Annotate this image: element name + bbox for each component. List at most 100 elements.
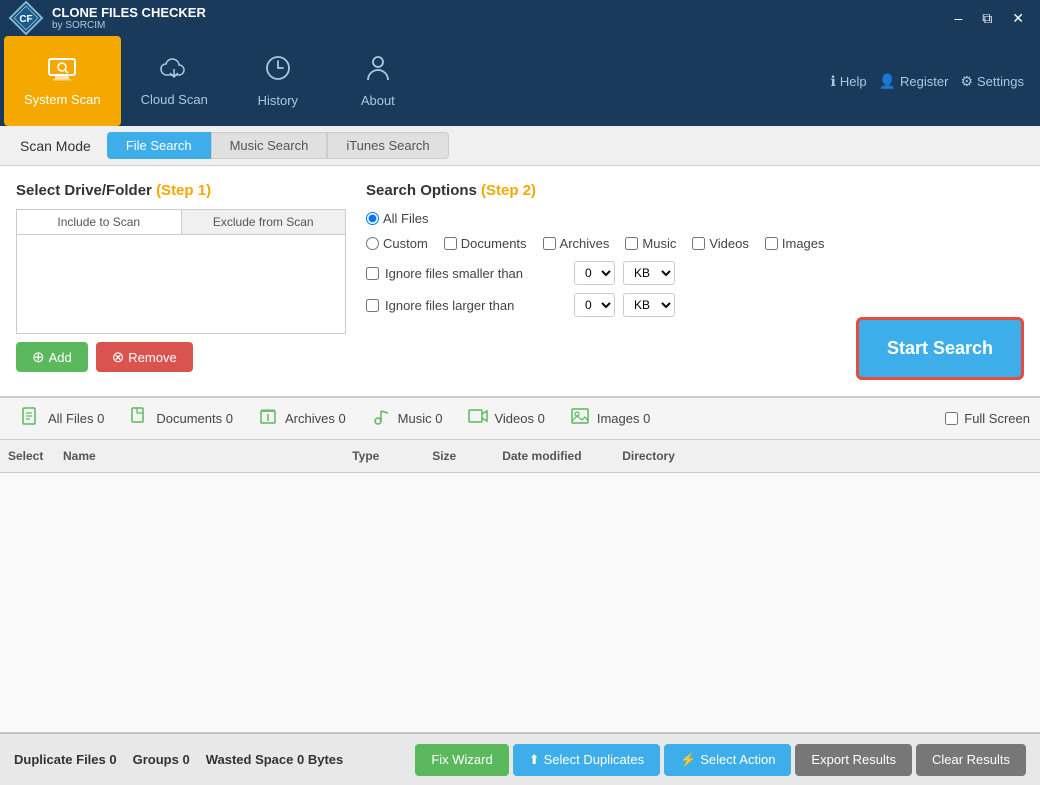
bottom-actions: Fix Wizard ⬆ Select Duplicates ⚡ Select … xyxy=(415,744,1026,776)
title-bar: CF CLONE FILES CHECKER by SORCIM – ⧉ ✕ xyxy=(0,0,1040,36)
result-tab-videos[interactable]: Videos 0 xyxy=(456,402,556,435)
nav-system-scan-label: System Scan xyxy=(24,92,101,107)
results-tabs: All Files 0 Documents 0 Archives 0 Music… xyxy=(0,397,1040,440)
images-checkbox-input[interactable] xyxy=(765,237,778,250)
ignore-larger-checkbox[interactable]: Ignore files larger than xyxy=(366,298,566,313)
minimize-button[interactable]: – xyxy=(946,8,970,29)
app-title-block: CLONE FILES CHECKER by SORCIM xyxy=(52,5,206,31)
register-button[interactable]: 👤 Register xyxy=(879,73,949,90)
history-icon xyxy=(264,54,292,89)
documents-tab-label: Documents 0 xyxy=(156,411,233,426)
app-title: CLONE FILES CHECKER xyxy=(52,5,206,20)
size-value-2-select[interactable]: 0 xyxy=(574,293,615,317)
tab-itunes-search[interactable]: iTunes Search xyxy=(327,132,448,159)
result-tab-documents[interactable]: Documents 0 xyxy=(118,402,245,435)
music-tab-label: Music 0 xyxy=(398,411,443,426)
ignore-smaller-checkbox[interactable]: Ignore files smaller than xyxy=(366,266,566,281)
videos-checkbox[interactable]: Videos xyxy=(692,236,749,251)
about-icon xyxy=(364,54,392,89)
nav-cloud-scan-label: Cloud Scan xyxy=(141,92,208,107)
custom-radio[interactable]: Custom xyxy=(366,236,428,251)
videos-tab-icon xyxy=(468,407,488,430)
images-checkbox[interactable]: Images xyxy=(765,236,825,251)
size-value-1-select[interactable]: 0 xyxy=(574,261,615,285)
register-icon: 👤 xyxy=(879,73,896,90)
table-body xyxy=(0,473,1040,733)
fix-wizard-button[interactable]: Fix Wizard xyxy=(415,744,508,776)
folder-tabs: Include to Scan Exclude from Scan xyxy=(16,209,346,234)
all-files-tab-icon xyxy=(22,407,42,430)
left-panel-title: Select Drive/Folder (Step 1) xyxy=(16,182,346,199)
images-tab-icon xyxy=(571,407,591,430)
th-name: Name xyxy=(55,445,344,467)
all-files-radio-input[interactable] xyxy=(366,212,379,225)
images-tab-label: Images 0 xyxy=(597,411,650,426)
full-screen-checkbox[interactable]: Full Screen xyxy=(945,411,1030,426)
help-button[interactable]: ℹ Help xyxy=(831,73,867,90)
scan-mode-label: Scan Mode xyxy=(20,138,91,154)
full-screen-input[interactable] xyxy=(945,412,958,425)
size-unit-1-select[interactable]: KB MB GB xyxy=(623,261,675,285)
tab-music-search[interactable]: Music Search xyxy=(211,132,328,159)
add-folder-button[interactable]: ⊕ Add xyxy=(16,342,88,372)
nav-cloud-scan[interactable]: Cloud Scan xyxy=(121,36,228,126)
th-select: Select xyxy=(0,445,55,467)
ignore-larger-row: Ignore files larger than 0 KB MB GB xyxy=(366,293,1024,317)
start-search-container: Start Search xyxy=(366,327,1024,380)
file-type-row-2: Custom Documents Archives Music Videos I… xyxy=(366,236,1024,251)
nav-about[interactable]: About xyxy=(328,36,428,126)
start-search-button[interactable]: Start Search xyxy=(856,317,1024,380)
maximize-button[interactable]: ⧉ xyxy=(974,8,1000,29)
nav-system-scan[interactable]: System Scan xyxy=(4,36,121,126)
videos-tab-label: Videos 0 xyxy=(494,411,544,426)
archives-checkbox[interactable]: Archives xyxy=(543,236,610,251)
groups-status: Groups 0 xyxy=(133,752,190,767)
nav-right: ℹ Help 👤 Register ⚙ Settings xyxy=(831,73,1036,90)
right-panel: Search Options (Step 2) All Files Custom… xyxy=(366,182,1024,380)
custom-radio-input[interactable] xyxy=(366,237,379,250)
remove-folder-button[interactable]: ⊗ Remove xyxy=(96,342,193,372)
cloud-scan-icon xyxy=(159,56,189,88)
archives-checkbox-input[interactable] xyxy=(543,237,556,250)
result-tab-archives[interactable]: Archives 0 xyxy=(247,402,358,435)
include-scan-tab[interactable]: Include to Scan xyxy=(17,210,182,234)
left-panel: Select Drive/Folder (Step 1) Include to … xyxy=(16,182,346,380)
svg-text:CF: CF xyxy=(19,14,32,25)
duplicate-files-status: Duplicate Files 0 xyxy=(14,752,117,767)
nav-history[interactable]: History xyxy=(228,36,328,126)
close-button[interactable]: ✕ xyxy=(1004,8,1032,29)
videos-checkbox-input[interactable] xyxy=(692,237,705,250)
select-action-button[interactable]: ⚡ Select Action xyxy=(664,744,791,776)
title-bar-controls: – ⧉ ✕ xyxy=(946,8,1032,29)
documents-checkbox[interactable]: Documents xyxy=(444,236,527,251)
table-header: Select Name Type Size Date modified Dire… xyxy=(0,440,1040,473)
music-tab-icon xyxy=(372,407,392,430)
exclude-scan-tab[interactable]: Exclude from Scan xyxy=(182,210,346,234)
ignore-larger-input[interactable] xyxy=(366,299,379,312)
title-bar-left: CF CLONE FILES CHECKER by SORCIM xyxy=(8,0,206,36)
upload-icon: ⬆ xyxy=(529,752,540,768)
select-duplicates-button[interactable]: ⬆ Select Duplicates xyxy=(513,744,660,776)
music-checkbox[interactable]: Music xyxy=(625,236,676,251)
tab-file-search[interactable]: File Search xyxy=(107,132,211,159)
filters-section: Ignore files smaller than 0 KB MB GB Ign… xyxy=(366,261,1024,317)
all-files-tab-label: All Files 0 xyxy=(48,411,104,426)
nav-about-label: About xyxy=(361,93,395,108)
file-type-row: All Files xyxy=(366,211,1024,226)
result-tab-images[interactable]: Images 0 xyxy=(559,402,662,435)
music-checkbox-input[interactable] xyxy=(625,237,638,250)
ignore-smaller-input[interactable] xyxy=(366,267,379,280)
clear-results-button[interactable]: Clear Results xyxy=(916,744,1026,776)
nav-bar: System Scan Cloud Scan History Abou xyxy=(0,36,1040,126)
size-unit-2-select[interactable]: KB MB GB xyxy=(623,293,675,317)
bottom-bar: Duplicate Files 0 Groups 0 Wasted Space … xyxy=(0,733,1040,785)
all-files-radio[interactable]: All Files xyxy=(366,211,429,226)
app-logo: CF xyxy=(8,0,44,36)
folder-actions: ⊕ Add ⊗ Remove xyxy=(16,342,346,372)
documents-checkbox-input[interactable] xyxy=(444,237,457,250)
export-results-button[interactable]: Export Results xyxy=(795,744,912,776)
result-tab-all-files[interactable]: All Files 0 xyxy=(10,402,116,435)
result-tab-music[interactable]: Music 0 xyxy=(360,402,455,435)
settings-button[interactable]: ⚙ Settings xyxy=(960,73,1024,90)
ignore-smaller-row: Ignore files smaller than 0 KB MB GB xyxy=(366,261,1024,285)
